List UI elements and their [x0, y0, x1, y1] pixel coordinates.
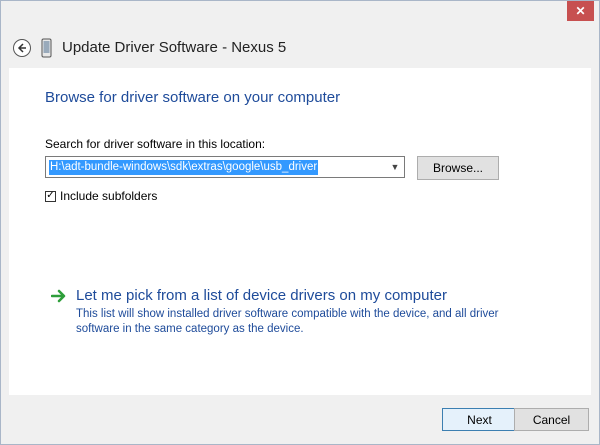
pick-from-list-description: This list will show installed driver sof… [76, 308, 499, 335]
page-heading: Browse for driver software on your compu… [45, 89, 341, 106]
dialog-footer: Next Cancel [1, 395, 599, 444]
update-driver-dialog: ✕ Update Driver Software - Nexus 5 Brows… [0, 0, 600, 445]
green-arrow-icon [51, 289, 66, 303]
search-location-label: Search for driver software in this locat… [45, 137, 266, 151]
path-value: H:\adt-bundle-windows\sdk\extras\google\… [49, 160, 319, 175]
path-combobox[interactable]: H:\adt-bundle-windows\sdk\extras\google\… [45, 156, 405, 178]
dialog-title: Update Driver Software - Nexus 5 [62, 39, 287, 56]
title-bar: ✕ [1, 1, 599, 31]
include-subfolders-checkbox[interactable]: ✓ [45, 190, 56, 202]
phone-icon [41, 38, 52, 58]
chevron-down-icon[interactable]: ▼ [389, 160, 401, 174]
browse-button[interactable]: Browse... [417, 156, 499, 180]
dialog-header: Update Driver Software - Nexus 5 [1, 31, 599, 67]
close-icon: ✕ [575, 4, 586, 18]
cancel-button[interactable]: Cancel [514, 408, 589, 431]
back-arrow-icon[interactable] [13, 39, 31, 57]
include-subfolders-row[interactable]: ✓ Include subfolders [45, 189, 157, 203]
include-subfolders-label: Include subfolders [60, 189, 158, 203]
content-panel: Browse for driver software on your compu… [9, 68, 591, 395]
pick-from-list-title[interactable]: Let me pick from a list of device driver… [76, 287, 447, 304]
next-button[interactable]: Next [442, 408, 517, 431]
close-button[interactable]: ✕ [567, 1, 594, 21]
back-arrow-glyph [17, 43, 26, 53]
